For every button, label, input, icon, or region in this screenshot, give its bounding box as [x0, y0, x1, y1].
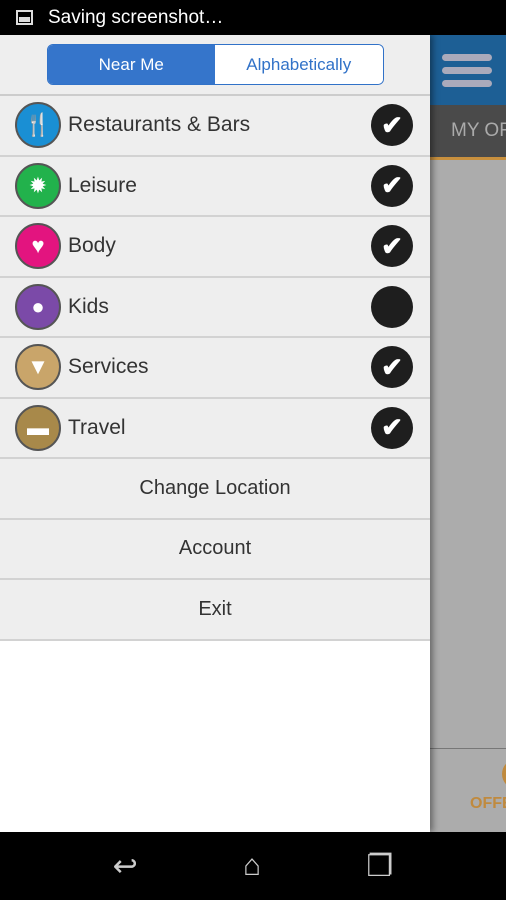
checkbox-checked[interactable]: ✔ [371, 104, 413, 147]
category-label: Body [68, 234, 116, 258]
home-icon[interactable]: ⌂ [243, 849, 261, 883]
checkbox-checked[interactable]: ✔ [371, 346, 413, 389]
background-app: MY OFFERS OFFERS [430, 35, 506, 832]
balloon-icon: ● [15, 283, 61, 330]
checkbox-checked[interactable]: ✔ [371, 225, 413, 268]
change-location-button[interactable]: Change Location [0, 459, 430, 520]
status-text: Saving screenshot… [48, 6, 224, 28]
account-button[interactable]: Account [0, 519, 430, 580]
system-nav-bar: ↩ ⌂ ❐ [0, 832, 506, 900]
exit-button[interactable]: Exit [0, 580, 430, 641]
hamburger-icon [442, 53, 492, 61]
navigation-drawer: Near Me Alphabetically 🍴 Restaurants & B… [0, 35, 430, 832]
checkbox-checked[interactable]: ✔ [371, 406, 413, 449]
sort-toggle: Near Me Alphabetically [46, 44, 384, 85]
bed-icon: ▬ [15, 404, 61, 451]
category-leisure[interactable]: ✹ Leisure ✔ [0, 156, 430, 217]
category-services[interactable]: ▼ Services ✔ [0, 338, 430, 399]
sun-icon: ✹ [15, 162, 61, 209]
category-label: Restaurants & Bars [68, 113, 251, 137]
category-label: Leisure [68, 173, 137, 197]
checkbox-unchecked[interactable] [371, 285, 413, 328]
status-bar: Saving screenshot… [0, 0, 506, 35]
back-icon[interactable]: ↩ [113, 849, 138, 884]
category-body[interactable]: ♥ Body ✔ [0, 217, 430, 278]
smiley-icon [502, 759, 506, 789]
category-label: Travel [68, 415, 126, 439]
category-label: Services [68, 355, 149, 379]
sort-alphabetically[interactable]: Alphabetically [215, 45, 383, 84]
category-restaurants-bars[interactable]: 🍴 Restaurants & Bars ✔ [0, 96, 430, 157]
category-travel[interactable]: ▬ Travel ✔ [0, 398, 430, 459]
category-kids[interactable]: ● Kids [0, 277, 430, 338]
tab-my-offers[interactable]: MY OFFERS [430, 105, 506, 160]
sort-near-me[interactable]: Near Me [47, 45, 215, 84]
cutlery-icon: 🍴 [15, 102, 61, 149]
category-label: Kids [68, 294, 109, 318]
heart-icon: ♥ [15, 223, 61, 270]
offers-tab[interactable]: OFFERS [430, 748, 506, 832]
tie-icon: ▼ [15, 344, 61, 391]
menu-button[interactable] [430, 35, 506, 105]
image-icon [16, 10, 33, 25]
recents-icon[interactable]: ❐ [366, 849, 393, 884]
checkbox-checked[interactable]: ✔ [371, 164, 413, 207]
